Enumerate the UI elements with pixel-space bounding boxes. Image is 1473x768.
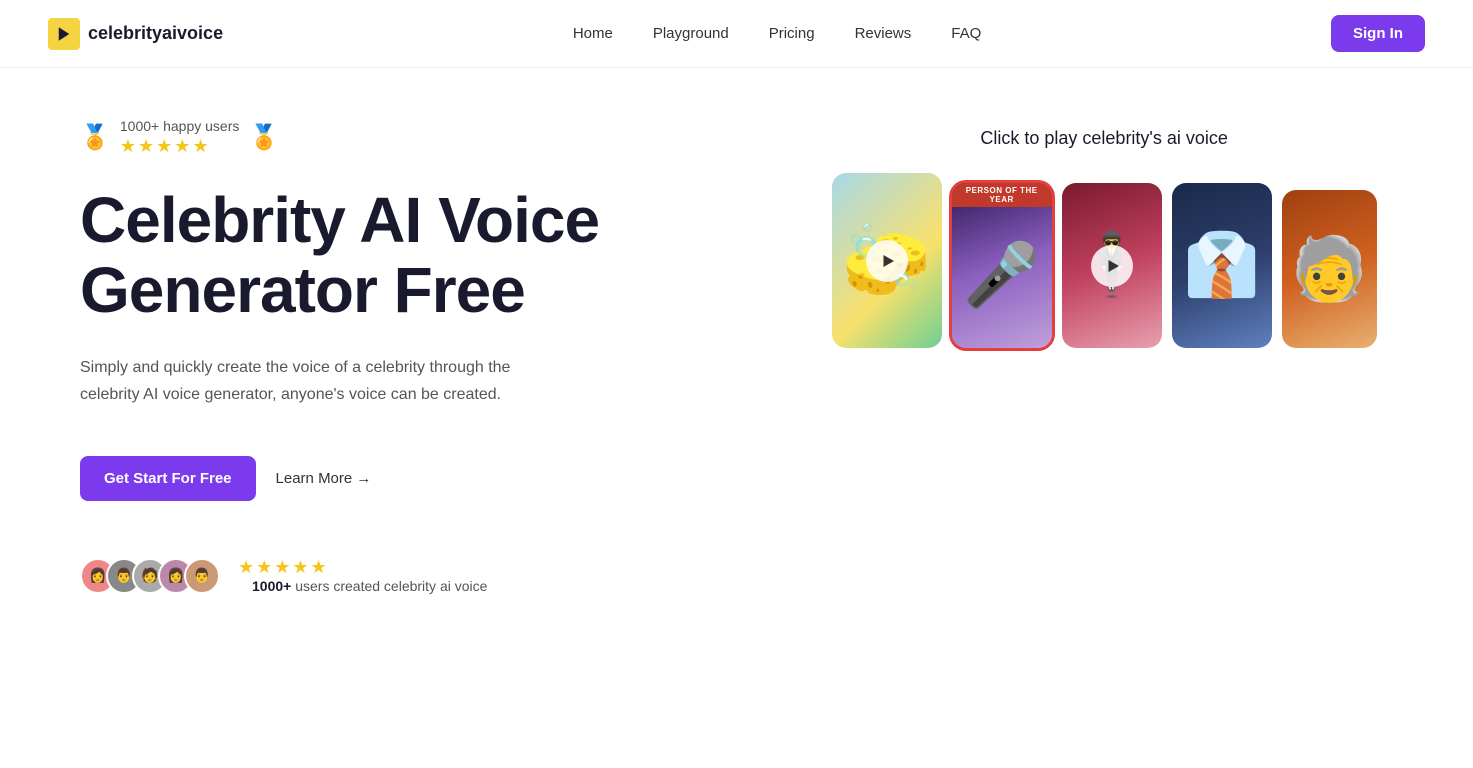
badge-stars: ★★★★★	[120, 136, 239, 157]
badge-text: 1000+ happy users	[120, 118, 239, 134]
nav-links: Home Playground Pricing Reviews FAQ	[573, 25, 981, 42]
hero-heading: Celebrity AI Voice Generator Free	[80, 185, 802, 326]
proof-text-block: ★★★★★ 1000+ users created celebrity ai v…	[238, 557, 487, 594]
taylor-image: 🎤	[952, 183, 1052, 348]
play-icon	[1104, 257, 1122, 275]
nav-playground[interactable]: Playground	[653, 25, 729, 42]
nav-reviews[interactable]: Reviews	[855, 25, 912, 42]
biden-image: 👔	[1172, 183, 1272, 348]
click-hint: Click to play celebrity's ai voice	[980, 128, 1228, 149]
celebrity-card-taylor[interactable]: PERSON OF THE YEAR 🎤	[952, 183, 1052, 348]
logo[interactable]: celebrityaivoice	[48, 18, 223, 50]
hero-right: Click to play celebrity's ai voice 🧽 PER…	[815, 108, 1393, 348]
cta-row: Get Start For Free Learn More →	[80, 456, 802, 501]
spongebob-play-button[interactable]	[866, 240, 908, 282]
nav-pricing[interactable]: Pricing	[769, 25, 815, 42]
hero-subtitle: Simply and quickly create the voice of a…	[80, 354, 560, 408]
nav-faq[interactable]: FAQ	[951, 25, 981, 42]
nav-home[interactable]: Home	[573, 25, 613, 42]
avatar-5: 👨	[184, 558, 220, 594]
get-start-button[interactable]: Get Start For Free	[80, 456, 256, 501]
social-proof: 👩 👨 🧑 👩 👨 ★★★★★ 1000+ users created cele…	[80, 557, 802, 594]
proof-count: 1000+	[252, 578, 291, 594]
signin-button[interactable]: Sign In	[1331, 15, 1425, 52]
avatar-group: 👩 👨 🧑 👩 👨	[80, 558, 210, 594]
proof-stars: ★★★★★	[238, 557, 487, 578]
navbar: celebrityaivoice Home Playground Pricing…	[0, 0, 1473, 68]
laurel-left-icon: 🏅	[80, 126, 110, 150]
heading-line1: Celebrity AI Voice	[80, 184, 599, 256]
logo-text: celebrityaivoice	[88, 23, 223, 44]
trump-play-button[interactable]	[1091, 245, 1133, 287]
proof-text: 1000+ users created celebrity ai voice	[252, 578, 487, 594]
play-icon	[879, 252, 897, 270]
hero-left: 🏅 1000+ happy users ★★★★★ 🏅 Celebrity AI…	[80, 108, 802, 594]
heading-line2: Generator Free	[80, 254, 525, 326]
celebrity-card-modi[interactable]: 🧓	[1282, 190, 1377, 348]
celebrity-card-spongebob[interactable]: 🧽	[832, 173, 942, 348]
modi-image: 🧓	[1282, 190, 1377, 348]
laurel-right-icon: 🏅	[249, 126, 279, 150]
magazine-label: PERSON OF THE YEAR	[952, 183, 1052, 207]
celebrity-cards: 🧽 PERSON OF THE YEAR 🎤 🕴️ 👔	[832, 173, 1377, 348]
play-logo-icon	[55, 25, 73, 43]
happy-users-badge: 🏅 1000+ happy users ★★★★★ 🏅	[80, 118, 802, 157]
celebrity-card-biden[interactable]: 👔	[1172, 183, 1272, 348]
logo-icon	[48, 18, 80, 50]
badge-content: 1000+ happy users ★★★★★	[120, 118, 239, 157]
proof-label: users created celebrity ai voice	[291, 578, 487, 594]
learn-more-button[interactable]: Learn More →	[276, 470, 372, 487]
main-content: 🏅 1000+ happy users ★★★★★ 🏅 Celebrity AI…	[0, 68, 1473, 634]
celebrity-card-trump[interactable]: 🕴️	[1062, 183, 1162, 348]
